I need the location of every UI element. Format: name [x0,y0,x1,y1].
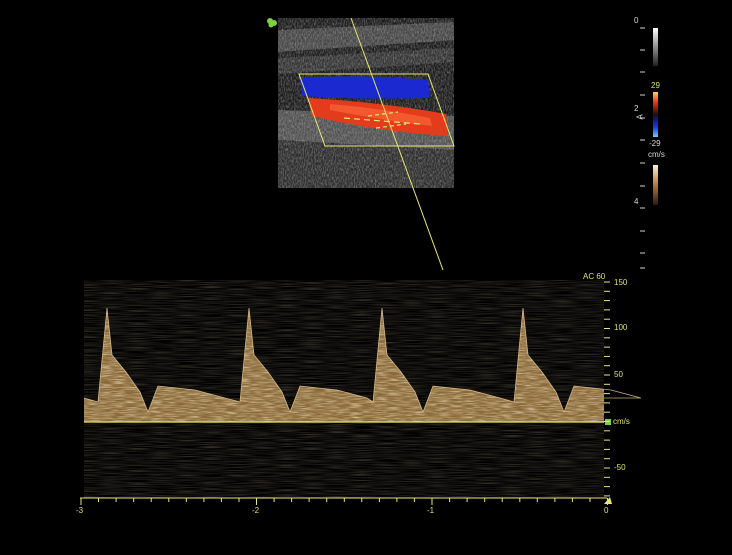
color-bar-axis-label: A [635,114,645,120]
spectral-preset-label: AC 60 [583,272,606,281]
color-flow-blue-vessel [300,76,430,99]
time-label-neg2: -2 [252,506,260,515]
velocity-label-150: 150 [614,278,628,287]
power-map-bar [653,165,658,205]
power-bar-mid-label: 4 [634,197,639,206]
time-label-neg1: -1 [427,506,435,515]
color-velocity-bar [653,92,658,137]
color-bar-top-label: 29 [651,81,660,90]
ultrasound-doppler-screen: 0 29 2 A -29 cm/s 4 AC 60 150 100 50 cm/… [0,0,732,550]
velocity-label-100: 100 [614,323,628,332]
grayscale-top-label: 0 [634,16,639,25]
b-mode-image [278,18,454,188]
velocity-unit-label: cm/s [613,417,630,426]
color-bar-bottom-label: -29 [649,139,661,148]
velocity-label-50: 50 [614,370,623,379]
side-scale-ticks [640,27,645,269]
time-label-neg3: -3 [76,506,84,515]
grayscale-bar [653,28,658,66]
time-axis-ticks [80,498,608,505]
spectral-doppler-panel [83,280,642,498]
velocity-label-neg50: -50 [614,463,626,472]
probe-orientation-icon [267,18,277,28]
power-bar-unit-label: cm/s [648,150,665,159]
color-bar-mid-label: 2 [634,104,639,113]
time-label-0: 0 [604,506,609,515]
